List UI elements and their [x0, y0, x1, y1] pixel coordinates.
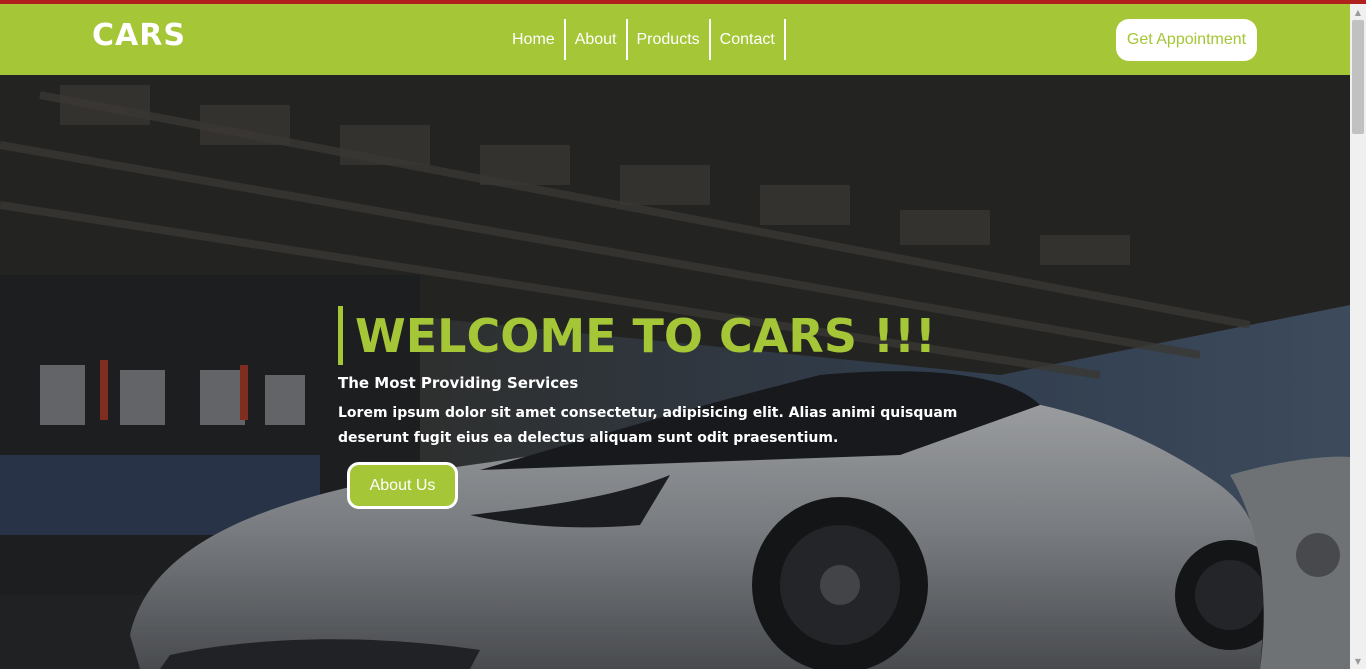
hero-title: WELCOME TO CARS !!! — [338, 306, 1018, 365]
nav-menu: Home About Products Contact — [503, 19, 786, 60]
about-us-button[interactable]: About Us — [347, 462, 458, 509]
nav-link-contact[interactable]: Contact — [711, 19, 786, 60]
get-appointment-button[interactable]: Get Appointment — [1116, 19, 1257, 61]
hero-content: WELCOME TO CARS !!! The Most Providing S… — [338, 306, 1018, 509]
navbar: CARS Home About Products Contact Get App… — [0, 4, 1350, 75]
hero-section: WELCOME TO CARS !!! The Most Providing S… — [0, 75, 1350, 669]
scrollbar-thumb[interactable] — [1352, 20, 1364, 134]
hero-subtitle: The Most Providing Services — [338, 374, 579, 392]
nav-link-about[interactable]: About — [566, 19, 628, 60]
page-scrollbar[interactable]: ▲ ▼ — [1350, 4, 1366, 669]
brand-logo[interactable]: CARS — [92, 18, 186, 53]
chevron-up-icon[interactable]: ▲ — [1350, 4, 1366, 20]
hero-description: Lorem ipsum dolor sit amet consectetur, … — [338, 405, 958, 446]
chevron-down-icon[interactable]: ▼ — [1350, 653, 1366, 669]
nav-link-home[interactable]: Home — [503, 19, 566, 60]
nav-link-products[interactable]: Products — [628, 19, 711, 60]
